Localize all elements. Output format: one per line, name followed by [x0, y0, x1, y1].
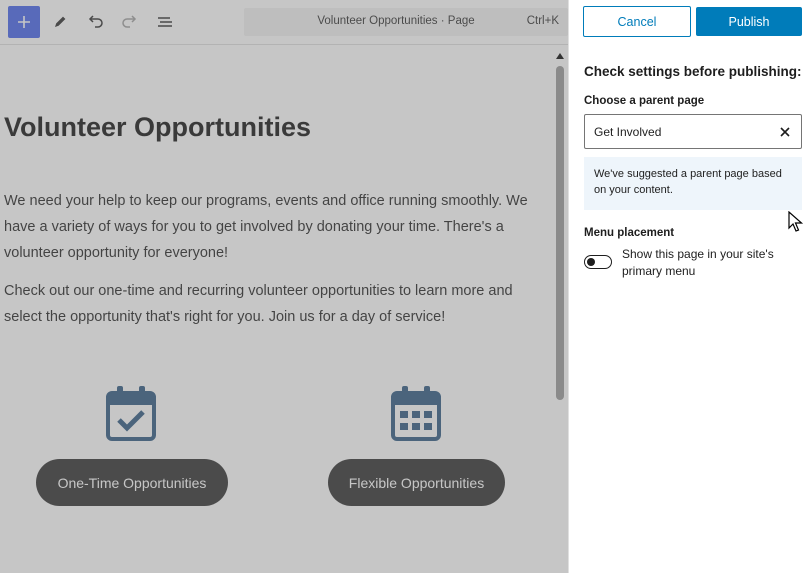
redo-icon: [122, 15, 137, 28]
command-palette-bar[interactable]: Volunteer Opportunities · Page Ctrl+K: [244, 8, 568, 36]
calendar-grid-icon: [391, 386, 441, 441]
list-view-icon: [158, 17, 172, 27]
flexible-opportunities-button[interactable]: Flexible Opportunities: [328, 459, 505, 506]
primary-menu-toggle[interactable]: [584, 255, 612, 269]
publish-button[interactable]: Publish: [696, 7, 802, 36]
editor-toolbar: Volunteer Opportunities · Page Ctrl+K: [0, 0, 568, 45]
paragraph-block[interactable]: We need your help to keep our programs, …: [4, 188, 549, 266]
parent-page-combobox[interactable]: Get Involved: [584, 114, 802, 149]
tools-button[interactable]: [44, 7, 76, 37]
undo-button[interactable]: [79, 7, 111, 37]
pencil-icon: [55, 16, 66, 27]
menu-placement-label: Menu placement: [584, 227, 675, 239]
parent-suggestion-notice: We've suggested a parent page based on y…: [584, 157, 802, 210]
parent-page-value: Get Involved: [594, 124, 662, 139]
primary-menu-toggle-label[interactable]: Show this page in your site's primary me…: [622, 246, 802, 280]
prepublish-heading: Check settings before publishing:: [584, 64, 802, 79]
editor-area: Volunteer Opportunities · Page Ctrl+K Vo…: [0, 0, 568, 573]
close-icon: [780, 127, 790, 137]
clear-parent-button[interactable]: [777, 124, 793, 140]
publish-panel: Cancel Publish Check settings before pub…: [568, 0, 807, 573]
document-title: Volunteer Opportunities · Page: [317, 15, 475, 27]
mouse-cursor-icon: [788, 211, 804, 232]
calendar-check-icon: [106, 386, 156, 441]
scrollbar-thumb[interactable]: [556, 66, 564, 400]
add-block-button[interactable]: [8, 6, 40, 38]
one-time-opportunities-button[interactable]: One-Time Opportunities: [36, 459, 228, 506]
parent-page-label: Choose a parent page: [584, 95, 705, 107]
paragraph-block[interactable]: Check out our one-time and recurring vol…: [4, 278, 549, 330]
shortcut-hint: Ctrl+K: [526, 15, 559, 27]
page-title[interactable]: Volunteer Opportunities: [4, 112, 311, 143]
plus-icon: [18, 16, 30, 28]
cancel-button[interactable]: Cancel: [583, 6, 691, 37]
toggle-knob: [587, 258, 595, 266]
document-overview-button[interactable]: [149, 7, 181, 37]
redo-button[interactable]: [114, 7, 146, 37]
undo-icon: [88, 15, 103, 28]
scroll-up-arrow-icon[interactable]: [556, 53, 564, 59]
